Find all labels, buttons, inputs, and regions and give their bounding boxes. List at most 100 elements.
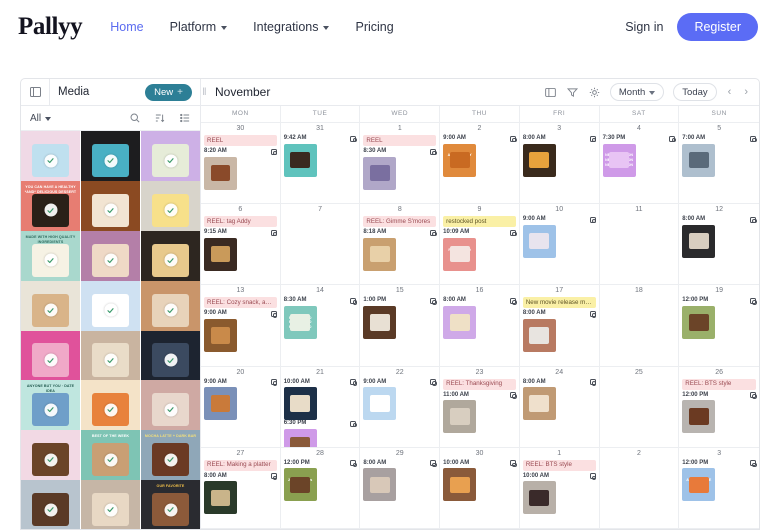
calendar-event-thumbnail[interactable]: ABSOLUTELY NOT bbox=[443, 143, 477, 177]
selected-check-badge[interactable] bbox=[44, 503, 57, 517]
layout-view-icon[interactable] bbox=[544, 86, 557, 99]
view-select-button[interactable]: Month bbox=[609, 83, 665, 101]
calendar-day-cell[interactable]: 17 New movie release me... 8:00 AM bbox=[519, 285, 600, 367]
calendar-event-thumbnail[interactable] bbox=[522, 481, 556, 515]
selected-check-badge[interactable] bbox=[164, 353, 177, 367]
calendar-event-thumbnail[interactable] bbox=[522, 224, 556, 258]
calendar-day-cell[interactable]: 24 8:00 AM bbox=[519, 366, 600, 448]
media-thumbnail-grid[interactable]: YOU CAN HAVE A HEALTHY *AND* DELICIOUS D… bbox=[21, 131, 200, 529]
calendar-day-cell[interactable]: 10 9:00 AM bbox=[519, 204, 600, 286]
calendar-day-cell[interactable]: 31 9:42 AM bbox=[280, 123, 361, 205]
sign-in-link[interactable]: Sign in bbox=[625, 20, 663, 34]
calendar-day-cell[interactable]: 19 12:00 PM bbox=[679, 285, 759, 367]
calendar-event-thumbnail[interactable]: 2 pack of bars bbox=[283, 468, 317, 502]
calendar-event-thumbnail[interactable] bbox=[283, 387, 317, 421]
calendar-event-thumbnail[interactable] bbox=[363, 156, 397, 190]
selected-check-badge[interactable] bbox=[44, 453, 57, 467]
calendar-day-cell[interactable]: 18 bbox=[599, 285, 680, 367]
calendar-day-cell[interactable]: 26 REEL: BTS style 12:00 PM bbox=[679, 367, 759, 448]
search-icon[interactable] bbox=[129, 112, 141, 124]
calendar-day-cell[interactable]: 30 10:00 AM bbox=[440, 447, 520, 529]
calendar-event-thumbnail[interactable]: RESTOCKED bbox=[443, 237, 477, 271]
calendar-event-thumbnail[interactable]: NEW LOCATION NEW LOCATION NEW LOCATION bbox=[602, 143, 636, 177]
selected-check-badge[interactable] bbox=[44, 303, 57, 317]
calendar-day-cell[interactable]: 22 9:00 AM bbox=[360, 366, 441, 448]
calendar-event-thumbnail[interactable] bbox=[682, 400, 716, 434]
calendar-event-thumbnail[interactable] bbox=[443, 400, 477, 434]
selected-check-badge[interactable] bbox=[44, 403, 57, 417]
calendar-event-label[interactable]: REEL: Making a platter bbox=[204, 459, 277, 471]
selected-check-badge[interactable] bbox=[164, 253, 177, 267]
calendar-event-label[interactable]: REEL: Cozy snack, add ... bbox=[204, 297, 277, 309]
calendar-event-thumbnail[interactable] bbox=[443, 305, 477, 339]
calendar-day-cell[interactable]: 13 REEL: Cozy snack, add ... 9:00 AM bbox=[201, 285, 281, 367]
calendar-event-thumbnail[interactable] bbox=[682, 224, 716, 258]
calendar-event-thumbnail[interactable] bbox=[443, 468, 477, 502]
sidebar-toggle-button[interactable] bbox=[21, 87, 49, 97]
media-thumbnail[interactable]: OUR FAVORITE bbox=[141, 480, 200, 529]
calendar-event-thumbnail[interactable] bbox=[283, 143, 317, 177]
selected-check-badge[interactable] bbox=[104, 203, 117, 217]
media-thumbnail[interactable] bbox=[81, 480, 140, 529]
calendar-day-cell[interactable]: 1 REEL 8:30 AM bbox=[360, 123, 441, 205]
calendar-day-cell[interactable]: 4 7:30 PM NEW LOCATION NEW LOCATION NEW LO… bbox=[599, 123, 680, 205]
nav-link-platform[interactable]: Platform bbox=[170, 20, 228, 34]
selected-check-badge[interactable] bbox=[104, 154, 117, 167]
media-thumbnail[interactable] bbox=[21, 480, 80, 529]
brand-logo[interactable]: Pallyy bbox=[18, 13, 83, 41]
selected-check-badge[interactable] bbox=[44, 253, 57, 267]
calendar-event-thumbnail[interactable]: APRICOT ONE BAR bbox=[682, 468, 716, 502]
calendar-event-label[interactable]: New movie release me... bbox=[522, 297, 596, 309]
new-media-button[interactable]: New + bbox=[145, 83, 192, 101]
filter-icon[interactable] bbox=[566, 86, 579, 99]
calendar-event-thumbnail[interactable] bbox=[204, 156, 237, 190]
prev-month-button[interactable]: ‹ bbox=[726, 86, 734, 98]
calendar-event-label[interactable]: REEL: tag Addy bbox=[204, 216, 277, 228]
selected-check-badge[interactable] bbox=[104, 303, 117, 317]
calendar-event-thumbnail[interactable] bbox=[363, 305, 397, 339]
today-button[interactable]: Today bbox=[673, 83, 717, 101]
calendar-day-cell[interactable]: 12 8:00 AM bbox=[679, 204, 759, 286]
register-button[interactable]: Register bbox=[677, 12, 758, 41]
selected-check-badge[interactable] bbox=[164, 403, 177, 417]
selected-check-badge[interactable] bbox=[104, 503, 117, 517]
calendar-event-label[interactable]: REEL bbox=[204, 135, 277, 146]
calendar-event-label[interactable]: REEL: BTS style bbox=[522, 459, 596, 471]
calendar-day-cell[interactable]: 25 bbox=[599, 366, 680, 448]
calendar-day-cell[interactable]: 21 10:00 AM 6:30 PM bbox=[280, 366, 361, 448]
calendar-day-cell[interactable]: 16 8:00 AM bbox=[440, 285, 520, 367]
calendar-event-thumbnail[interactable] bbox=[682, 143, 716, 177]
calendar-day-cell[interactable]: 2 bbox=[599, 447, 680, 529]
selected-check-badge[interactable] bbox=[44, 353, 57, 367]
panel-resize-handle[interactable]: ‖ bbox=[201, 79, 208, 105]
calendar-day-cell[interactable]: 3 8:00 AM bbox=[519, 123, 600, 205]
calendar-event-thumbnail[interactable] bbox=[522, 318, 556, 352]
selected-check-badge[interactable] bbox=[104, 403, 117, 417]
calendar-event-thumbnail[interactable] bbox=[204, 318, 237, 352]
selected-check-badge[interactable] bbox=[164, 453, 177, 467]
calendar-day-cell[interactable]: 14 8:30 AMRESTOCKED RESTOCKED RESTOCKED bbox=[280, 285, 361, 367]
selected-check-badge[interactable] bbox=[104, 453, 117, 467]
calendar-event-thumbnail[interactable] bbox=[204, 481, 237, 515]
selected-check-badge[interactable] bbox=[164, 203, 177, 217]
nav-link-home[interactable]: Home bbox=[110, 20, 143, 34]
calendar-event-thumbnail[interactable] bbox=[204, 387, 237, 421]
calendar-day-cell[interactable]: 29 8:00 AM bbox=[360, 447, 441, 529]
selected-check-badge[interactable] bbox=[164, 503, 177, 517]
calendar-day-cell[interactable]: 8 REEL: Gimme S'mores 8:18 AM bbox=[360, 204, 441, 286]
selected-check-badge[interactable] bbox=[164, 154, 177, 167]
calendar-day-cell[interactable]: 30 REEL 8:20 AM bbox=[201, 123, 281, 205]
selected-check-badge[interactable] bbox=[104, 253, 117, 267]
calendar-day-cell[interactable]: 2 9:00 AM ABSOLUTELY NOT bbox=[440, 123, 520, 205]
calendar-event-thumbnail[interactable] bbox=[363, 468, 397, 502]
calendar-event-thumbnail[interactable] bbox=[363, 237, 397, 271]
nav-link-pricing[interactable]: Pricing bbox=[355, 20, 393, 34]
calendar-event-thumbnail[interactable] bbox=[283, 428, 317, 447]
nav-link-integrations[interactable]: Integrations bbox=[253, 20, 330, 34]
calendar-event-label[interactable]: REEL: BTS style bbox=[682, 378, 756, 390]
calendar-event-thumbnail[interactable] bbox=[682, 305, 716, 339]
calendar-day-cell[interactable]: 1 REEL: BTS style 10:00 AM bbox=[519, 447, 600, 529]
calendar-day-cell[interactable]: 9 restocked post10:09 AMRESTOCKED bbox=[440, 204, 520, 286]
list-view-icon[interactable] bbox=[179, 112, 191, 124]
calendar-day-cell[interactable]: 6 REEL: tag Addy 9:15 AM bbox=[201, 204, 281, 286]
